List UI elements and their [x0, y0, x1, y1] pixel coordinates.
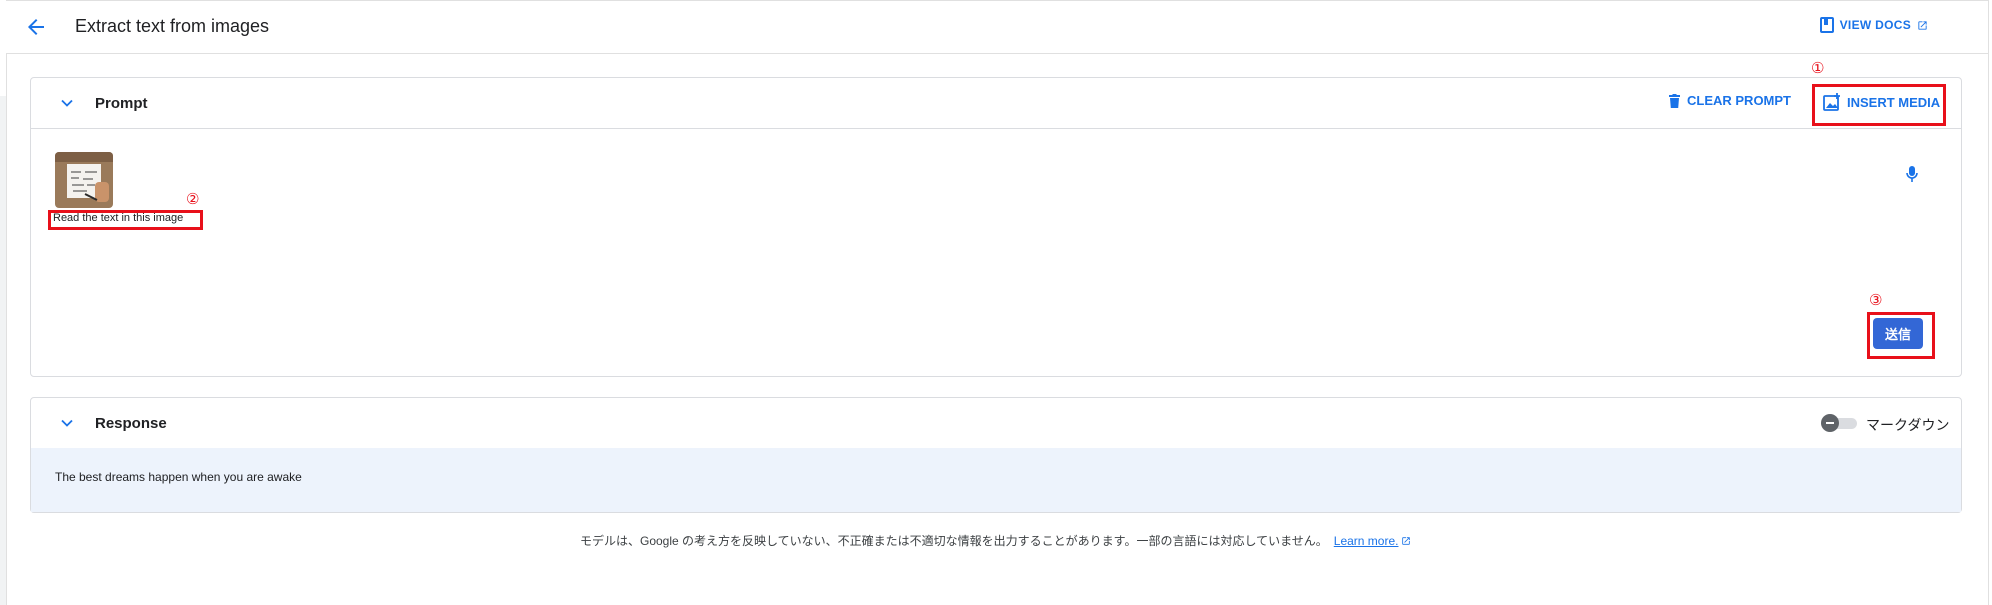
prompt-panel: Prompt CLEAR PROMPT INSERT MEDIA Read th… — [30, 77, 1962, 377]
top-bar: Extract text from images VIEW DOCS — [6, 0, 1988, 54]
annotation-box-1 — [1812, 84, 1946, 126]
footer-disclaimer: モデルは、Google の考え方を反映していない、不正確または不適切な情報を出力… — [580, 532, 1411, 549]
open-in-new-icon — [1918, 20, 1927, 30]
left-gutter-shade — [0, 96, 6, 605]
view-docs-link[interactable]: VIEW DOCS — [1819, 17, 1928, 33]
uploaded-image-preview — [55, 152, 113, 208]
prompt-panel-title: Prompt — [95, 95, 148, 112]
clear-prompt-label: CLEAR PROMPT — [1687, 93, 1791, 108]
learn-more-label: Learn more. — [1333, 533, 1399, 548]
annotation-number-2: ② — [186, 191, 200, 208]
response-text: The best dreams happen when you are awak… — [55, 470, 302, 484]
annotation-number-3: ③ — [1869, 292, 1883, 309]
book-icon — [1819, 17, 1834, 33]
prompt-panel-header: Prompt CLEAR PROMPT INSERT MEDIA — [31, 78, 1961, 129]
annotation-box-2 — [48, 210, 203, 230]
page-title: Extract text from images — [75, 16, 270, 36]
markdown-label: マークダウン — [1866, 417, 1950, 433]
mic-icon[interactable] — [1905, 165, 1919, 183]
annotation-box-3 — [1867, 312, 1935, 359]
response-panel-header: Response マークダウン — [31, 398, 1961, 449]
disclaimer-text: モデルは、Google の考え方を反映していない、不正確または不適切な情報を出力… — [580, 534, 1328, 548]
uploaded-image-thumbnail[interactable] — [55, 152, 113, 208]
markdown-toggle[interactable] — [1821, 414, 1857, 432]
trash-icon — [1669, 93, 1680, 108]
annotation-number-1: ① — [1811, 60, 1825, 77]
response-panel: Response マークダウン The best dreams happen w… — [30, 397, 1962, 513]
clear-prompt-button[interactable]: CLEAR PROMPT — [1669, 93, 1791, 108]
back-button[interactable] — [24, 15, 48, 39]
view-docs-label: VIEW DOCS — [1839, 18, 1911, 32]
response-panel-title: Response — [95, 415, 167, 432]
open-in-new-icon — [1402, 536, 1411, 545]
chevron-down-icon[interactable] — [59, 95, 75, 111]
right-gutter — [1988, 0, 1992, 605]
left-gutter — [0, 0, 7, 605]
learn-more-link[interactable]: Learn more. — [1334, 534, 1412, 548]
arrow-back-icon — [28, 19, 44, 35]
toggle-knob — [1821, 414, 1839, 432]
response-body: The best dreams happen when you are awak… — [31, 448, 1961, 512]
chevron-down-icon[interactable] — [59, 415, 75, 431]
